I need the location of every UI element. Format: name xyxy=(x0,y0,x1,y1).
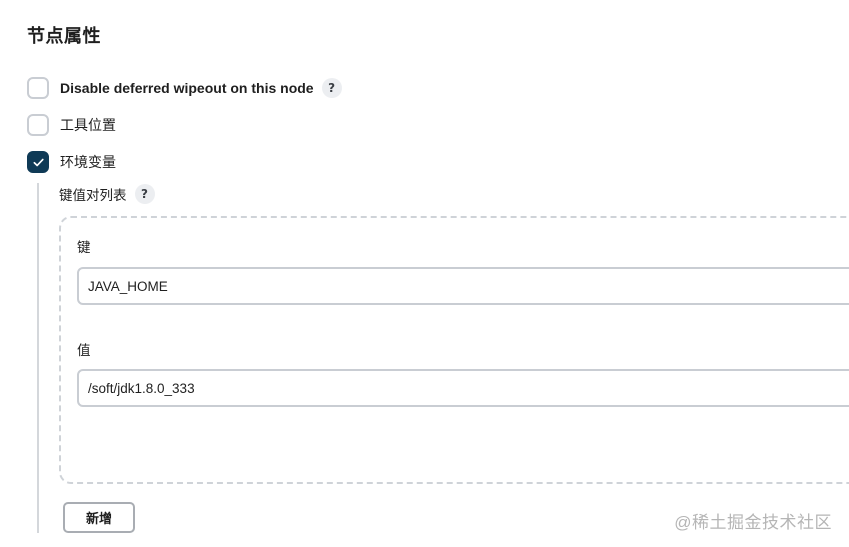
tool-location-checkbox[interactable] xyxy=(27,114,49,136)
value-input[interactable] xyxy=(77,369,849,407)
disable-deferred-wipeout-checkbox[interactable] xyxy=(27,77,49,99)
option-tool-location[interactable]: 工具位置 xyxy=(27,113,116,137)
disable-deferred-wipeout-label: Disable deferred wipeout on this node xyxy=(60,80,314,96)
env-vars-checkbox[interactable] xyxy=(27,151,49,173)
key-field-label: 键 xyxy=(77,240,91,255)
section-title: 节点属性 xyxy=(27,26,101,46)
watermark: @稀土掘金技术社区 xyxy=(674,513,832,532)
key-value-list-label: 键值对列表 xyxy=(59,188,127,203)
option-disable-deferred-wipeout[interactable]: Disable deferred wipeout on this node ? xyxy=(27,76,342,100)
value-field-label: 值 xyxy=(77,343,91,358)
add-button[interactable]: 新增 xyxy=(63,502,135,533)
key-input[interactable] xyxy=(77,267,849,305)
key-value-entry xyxy=(59,216,849,484)
tool-location-label: 工具位置 xyxy=(60,117,116,133)
env-vars-label: 环境变量 xyxy=(60,154,116,170)
option-env-vars[interactable]: 环境变量 xyxy=(27,150,116,174)
key-value-list-header: 键值对列表 ? xyxy=(59,183,155,205)
nested-indent-line xyxy=(37,183,39,533)
help-icon[interactable]: ? xyxy=(134,184,155,204)
checkmark-icon xyxy=(32,158,44,166)
help-icon[interactable]: ? xyxy=(321,78,342,98)
